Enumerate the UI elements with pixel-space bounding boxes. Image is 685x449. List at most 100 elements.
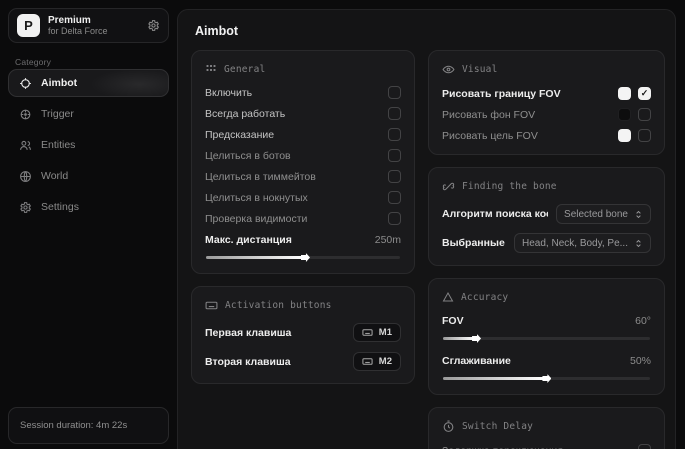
sidebar-item-label: Aimbot bbox=[41, 77, 77, 89]
checkbox[interactable] bbox=[388, 149, 401, 162]
eye-icon bbox=[442, 63, 455, 76]
select-value: Selected bone bbox=[564, 209, 628, 220]
setting-row: Предсказание bbox=[205, 128, 401, 141]
session-duration: Session duration: 4m 22s bbox=[8, 407, 169, 444]
trigger-icon bbox=[19, 108, 32, 121]
setting-label: Включить bbox=[205, 87, 252, 99]
max-distance-slider[interactable] bbox=[206, 256, 400, 259]
brand-title: Premium bbox=[48, 15, 139, 27]
slider-label: Макс. дистанция bbox=[205, 234, 292, 246]
panel-accuracy: Accuracy FOV 60° Сглаживани bbox=[428, 278, 665, 395]
slider-thumb[interactable] bbox=[301, 253, 310, 262]
select-row: Выбранные кости Head, Neck, Body, Pe... bbox=[442, 233, 651, 253]
page-title: Aimbot bbox=[195, 24, 665, 38]
checkbox[interactable] bbox=[388, 170, 401, 183]
sidebar-item-label: Settings bbox=[41, 201, 79, 213]
panel-visual: Visual Рисовать границу FOV Рисовать фон… bbox=[428, 50, 665, 155]
chevron-up-down-icon bbox=[634, 209, 643, 220]
setting-label: Проверка видимости bbox=[205, 213, 307, 225]
max-distance-slider-group: Макс. дистанция 250m bbox=[205, 233, 401, 261]
sidebar-nav: Aimbot Trigger Entities World Settings bbox=[8, 69, 169, 221]
setting-row: Целиться в тиммейтов bbox=[205, 170, 401, 183]
sidebar-item-world[interactable]: World bbox=[8, 162, 169, 190]
panel-title: Switch Delay bbox=[462, 421, 533, 432]
keyboard-icon bbox=[362, 327, 373, 338]
slider-value: 60° bbox=[635, 315, 651, 327]
panel-general: General Включить Всегда работать Предска… bbox=[191, 50, 415, 274]
slider-thumb[interactable] bbox=[542, 374, 551, 383]
fov-slider-group: FOV 60° bbox=[442, 314, 651, 342]
color-swatch[interactable] bbox=[618, 129, 631, 142]
color-swatch[interactable] bbox=[618, 87, 631, 100]
chevron-up-down-icon bbox=[634, 238, 643, 249]
keybind-row: Вторая клавиша M2 bbox=[205, 352, 401, 371]
keybind-button-m2[interactable]: M2 bbox=[353, 352, 401, 371]
checkbox[interactable] bbox=[638, 87, 651, 100]
smoothing-slider-group: Сглаживание 50% bbox=[442, 354, 651, 382]
brand-logo: P bbox=[17, 14, 40, 37]
setting-label: Целиться в ботов bbox=[205, 150, 291, 162]
checkbox[interactable] bbox=[388, 128, 401, 141]
slider-label: FOV bbox=[442, 315, 464, 327]
fov-slider[interactable] bbox=[443, 337, 650, 340]
setting-label: Рисовать фон FOV bbox=[442, 109, 535, 121]
selected-bones-select[interactable]: Head, Neck, Body, Pe... bbox=[514, 233, 651, 253]
panel-activation-buttons: Activation buttons Первая клавиша M1 В bbox=[191, 286, 415, 384]
checkbox[interactable] bbox=[388, 86, 401, 99]
setting-row: Рисовать границу FOV bbox=[442, 87, 651, 100]
select-value: Head, Neck, Body, Pe... bbox=[522, 238, 628, 249]
gear-icon[interactable] bbox=[147, 19, 160, 32]
setting-row: Рисовать фон FOV bbox=[442, 108, 651, 121]
brand-subtitle: for Delta Force bbox=[48, 26, 139, 36]
keybind-button-m1[interactable]: M1 bbox=[353, 323, 401, 342]
setting-row: Целиться в ботов bbox=[205, 149, 401, 162]
select-row: Алгоритм поиска кости Selected bone bbox=[442, 204, 651, 224]
bone-algorithm-select[interactable]: Selected bone bbox=[556, 204, 651, 224]
sidebar-item-trigger[interactable]: Trigger bbox=[8, 100, 169, 128]
keyboard-icon bbox=[205, 299, 218, 312]
checkbox[interactable] bbox=[638, 444, 651, 449]
sliders-icon bbox=[205, 63, 217, 75]
setting-row: Включить bbox=[205, 86, 401, 99]
checkbox[interactable] bbox=[388, 212, 401, 225]
slider-value: 250m bbox=[375, 234, 401, 246]
settings-gear-icon bbox=[19, 201, 32, 214]
select-label: Алгоритм поиска кости bbox=[442, 208, 548, 220]
setting-label: Предсказание bbox=[205, 129, 274, 141]
stopwatch-icon bbox=[442, 420, 455, 433]
color-swatch[interactable] bbox=[618, 108, 631, 121]
panel-title: Finding the bone bbox=[462, 181, 557, 192]
slider-thumb[interactable] bbox=[472, 334, 481, 343]
sidebar-item-aimbot[interactable]: Aimbot bbox=[8, 69, 169, 97]
panel-title: Visual bbox=[462, 64, 498, 75]
checkbox[interactable] bbox=[638, 129, 651, 142]
setting-label: Задержка переключения bbox=[442, 445, 563, 449]
setting-label: Целиться в нокнутых bbox=[205, 192, 308, 204]
session-duration-text: Session duration: 4m 22s bbox=[20, 420, 127, 431]
sidebar-item-label: Entities bbox=[41, 139, 75, 151]
crosshair-icon bbox=[19, 77, 32, 90]
slider-value: 50% bbox=[630, 355, 651, 367]
setting-label: Всегда работать bbox=[205, 108, 285, 120]
panel-finding-bone: Finding the bone Алгоритм поиска кости S… bbox=[428, 167, 665, 266]
checkbox[interactable] bbox=[388, 107, 401, 120]
checkbox[interactable] bbox=[388, 191, 401, 204]
sidebar-item-label: World bbox=[41, 170, 68, 182]
sidebar-item-settings[interactable]: Settings bbox=[8, 193, 169, 221]
panel-switch-delay: Switch Delay Задержка переключения Задер… bbox=[428, 407, 665, 449]
setting-row: Проверка видимости bbox=[205, 212, 401, 225]
keybind-label: Первая клавиша bbox=[205, 327, 291, 339]
select-label: Выбранные кости bbox=[442, 237, 506, 249]
category-label: Category bbox=[15, 57, 51, 67]
keyboard-icon bbox=[362, 356, 373, 367]
panel-title: Accuracy bbox=[461, 292, 508, 303]
smoothing-slider[interactable] bbox=[443, 377, 650, 380]
setting-row: Задержка переключения bbox=[442, 444, 651, 449]
checkbox[interactable] bbox=[638, 108, 651, 121]
entities-icon bbox=[19, 139, 32, 152]
world-icon bbox=[19, 170, 32, 183]
keybind-row: Первая клавиша M1 bbox=[205, 323, 401, 342]
keybind-label: Вторая клавиша bbox=[205, 356, 291, 368]
sidebar-item-label: Trigger bbox=[41, 108, 74, 120]
sidebar-item-entities[interactable]: Entities bbox=[8, 131, 169, 159]
